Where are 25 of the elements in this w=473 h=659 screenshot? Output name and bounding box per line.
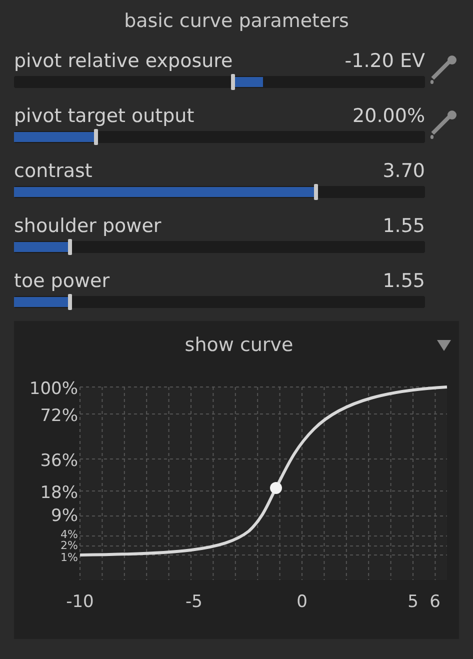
y-axis-label: 1% [60,551,78,564]
slider-label: contrast [14,162,92,181]
slider-value: 3.70 [382,162,425,181]
y-axis-label: 9% [51,506,78,526]
section-title: basic curve parameters [124,8,349,34]
slider-value: 20.00% [352,107,425,126]
x-axis-label: -10 [66,592,94,612]
y-axis-label: 2% [60,539,78,552]
slider-label: toe power [14,272,110,291]
y-axis-label: 4% [60,528,78,541]
y-axis-label: 18% [40,483,78,503]
x-axis-label: 5 [408,592,418,612]
slider-value: -1.20 EV [344,52,425,71]
x-axis-label: 6 [430,592,440,612]
panel-title[interactable]: show curve [184,334,294,356]
y-axis-label: 100% [29,379,78,399]
slider-value: 1.55 [382,217,425,236]
x-axis-label: 0 [296,592,308,612]
y-axis-label: 36% [40,451,78,471]
slider-label: pivot relative exposure [14,52,233,71]
y-axis-label: 72% [40,406,78,426]
slider-label: pivot target output [14,107,194,126]
x-axis-label: -5 [186,592,202,612]
slider-label: shoulder power [14,217,162,236]
slider-value: 1.55 [382,272,425,291]
